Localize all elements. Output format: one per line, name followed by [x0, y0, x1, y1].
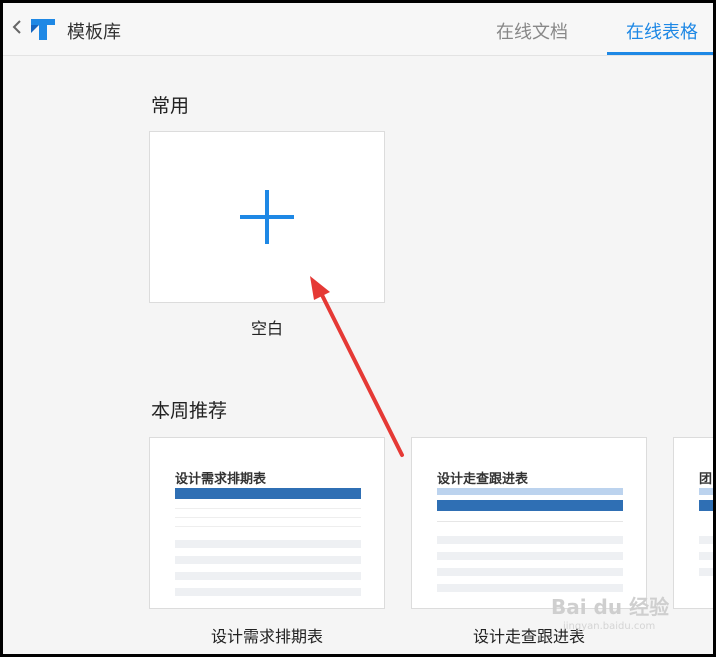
annotation-arrow [310, 276, 404, 457]
template-library-window: 模板库 在线文档 在线表格 常用 空白 本周推荐 设计需求排期表 设计需求排期表… [3, 3, 713, 654]
watermark: Bai du 经验 [551, 595, 670, 619]
watermark-url: jingyan.baidu.com [563, 621, 656, 632]
